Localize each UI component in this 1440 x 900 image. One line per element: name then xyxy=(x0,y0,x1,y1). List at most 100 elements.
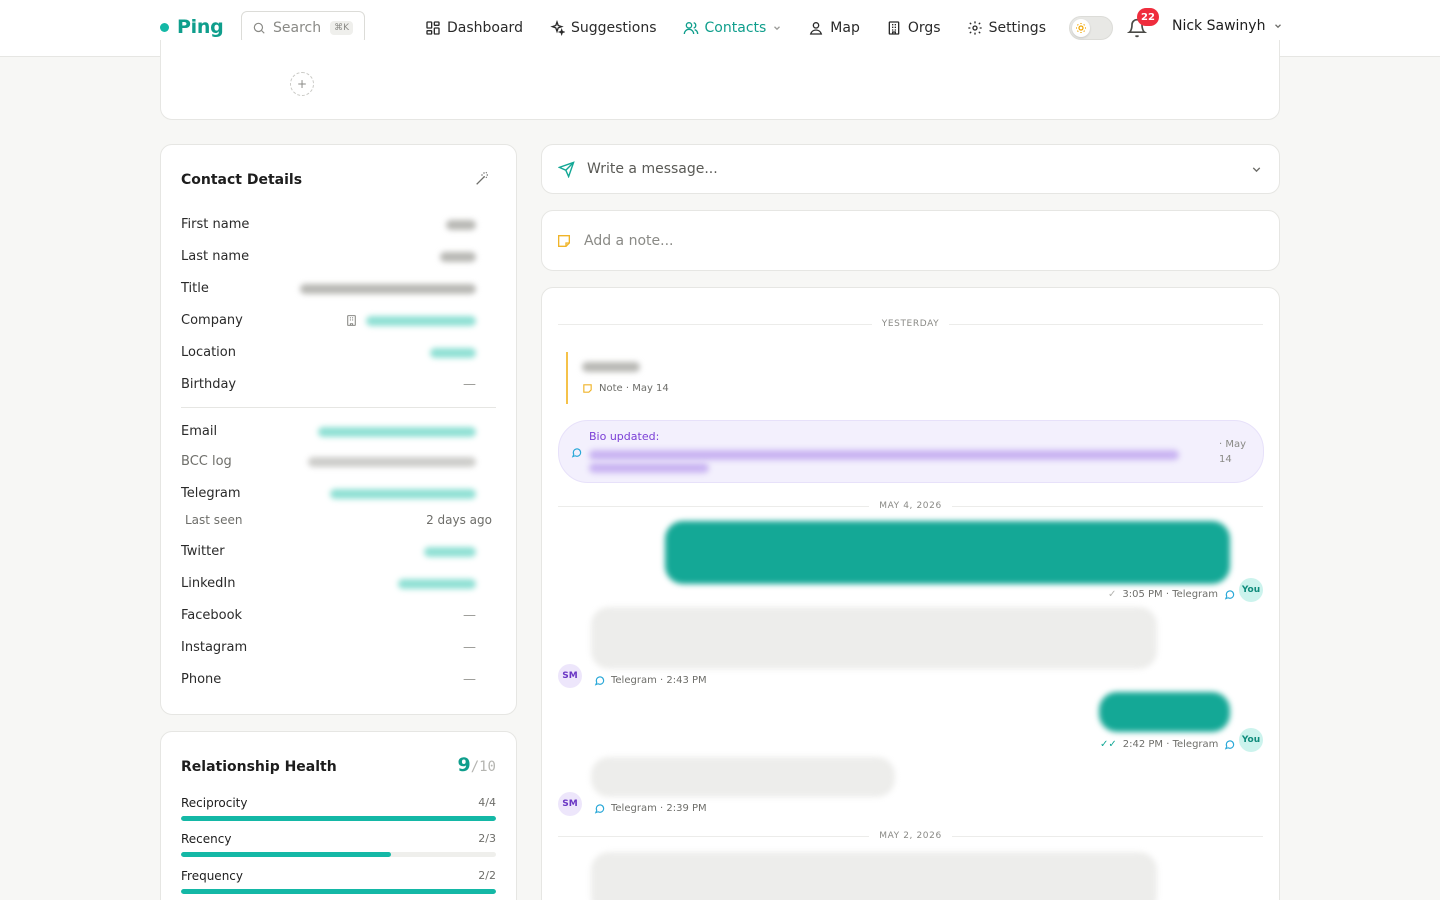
facebook-value: — xyxy=(463,608,476,623)
telegram-icon xyxy=(1224,590,1235,600)
message-meta: Telegram · 2:39 PM xyxy=(594,803,707,814)
metric-value: 2/3 xyxy=(478,832,496,845)
sparkles-icon xyxy=(550,20,565,36)
email-label: Email xyxy=(181,424,218,439)
incoming-message-bubble[interactable] xyxy=(591,852,1157,900)
metric-bar xyxy=(181,889,496,894)
chevron-down-icon xyxy=(1275,24,1282,29)
chat-bubble-icon xyxy=(571,448,582,458)
nav-settings-label: Settings xyxy=(988,20,1046,36)
instagram-row[interactable]: Instagram — xyxy=(181,640,476,655)
linkedin-row[interactable]: LinkedIn xyxy=(181,576,476,591)
nav-contacts-label: Contacts xyxy=(704,20,767,36)
brand-dot-icon xyxy=(160,22,169,32)
metric-label: Reciprocity xyxy=(181,796,248,810)
metric-bar-fill xyxy=(181,889,496,894)
metric-value: 4/4 xyxy=(478,796,496,809)
user-menu[interactable]: Nick Sawinyh xyxy=(1172,18,1283,34)
incoming-message-bubble[interactable] xyxy=(591,607,1157,669)
avatar: SM xyxy=(558,792,582,816)
redacted-value xyxy=(330,488,476,499)
incoming-message-bubble[interactable] xyxy=(591,757,895,797)
chevron-down-icon xyxy=(774,26,781,31)
message-composer[interactable]: Write a message... xyxy=(541,144,1280,194)
divider xyxy=(181,407,496,408)
message-meta: Telegram · 2:43 PM xyxy=(594,675,707,686)
company-value[interactable] xyxy=(345,314,476,327)
email-row[interactable]: Email xyxy=(181,424,476,439)
telegram-icon xyxy=(594,804,605,814)
facebook-row[interactable]: Facebook — xyxy=(181,608,476,623)
message-meta-text: Telegram · 2:39 PM xyxy=(611,803,707,814)
redacted-value xyxy=(589,463,709,473)
note-icon xyxy=(558,234,570,247)
last-seen-label: Last seen xyxy=(185,513,243,527)
title-label: Title xyxy=(181,281,209,296)
note-input[interactable]: Add a note... xyxy=(584,233,673,249)
health-score-value: 9 xyxy=(457,754,471,776)
birthday-row[interactable]: Birthday — xyxy=(181,377,476,392)
metric-bar xyxy=(181,816,496,821)
dashboard-icon xyxy=(426,21,440,35)
redacted-value xyxy=(424,546,476,557)
redacted-value xyxy=(446,219,476,230)
telegram-row[interactable]: Telegram xyxy=(181,486,476,501)
chevron-down-icon[interactable] xyxy=(1250,163,1263,176)
company-label: Company xyxy=(181,313,243,328)
message-input[interactable]: Write a message... xyxy=(587,161,1238,177)
last-name-row[interactable]: Last name xyxy=(181,249,476,264)
send-icon xyxy=(558,160,575,178)
note-icon xyxy=(583,384,592,393)
relationship-health-title: Relationship Health xyxy=(181,759,337,775)
magic-wand-icon[interactable] xyxy=(474,171,490,187)
building-icon xyxy=(888,21,900,35)
metric-bar xyxy=(181,852,496,857)
metric-bar-fill xyxy=(181,852,392,857)
first-name-row[interactable]: First name xyxy=(181,217,476,232)
bio-update-entry: Bio updated: · May 14 xyxy=(558,420,1264,483)
outgoing-message-bubble[interactable] xyxy=(1099,692,1230,732)
theme-toggle[interactable] xyxy=(1069,16,1113,40)
company-row[interactable]: Company xyxy=(181,313,476,328)
brand-logo[interactable]: Ping xyxy=(160,16,224,38)
birthday-value: — xyxy=(463,377,476,392)
redacted-value xyxy=(308,456,476,467)
redacted-value xyxy=(589,450,1179,460)
linkedin-label: LinkedIn xyxy=(181,576,236,591)
notification-badge: 22 xyxy=(1137,8,1159,26)
nav-dashboard-label: Dashboard xyxy=(447,20,523,36)
bcc-log-label: BCC log xyxy=(181,454,232,469)
last-name-label: Last name xyxy=(181,249,250,264)
phone-row[interactable]: Phone — xyxy=(181,672,476,687)
message-meta-text: 3:05 PM · Telegram xyxy=(1122,589,1219,600)
title-row[interactable]: Title xyxy=(181,281,476,296)
twitter-row[interactable]: Twitter xyxy=(181,544,476,559)
last-seen-value: 2 days ago xyxy=(426,513,492,527)
message-meta: ✓ 3:05 PM · Telegram xyxy=(1108,589,1235,600)
brand-name: Ping xyxy=(177,16,224,38)
location-row[interactable]: Location xyxy=(181,345,476,360)
nav-map-label: Map xyxy=(830,20,860,36)
last-seen-row: Last seen 2 days ago xyxy=(185,513,492,527)
telegram-label: Telegram xyxy=(181,486,241,501)
note-composer[interactable]: Add a note... xyxy=(541,210,1280,271)
search-icon xyxy=(253,22,265,34)
redacted-value xyxy=(398,578,476,589)
metric-frequency: Frequency 2/2 xyxy=(181,869,496,894)
add-tag-button[interactable]: + xyxy=(290,72,314,96)
health-score-max: /10 xyxy=(470,759,496,775)
bcc-log-row[interactable]: BCC log xyxy=(181,454,476,469)
contact-header-card: + xyxy=(160,40,1280,120)
metric-value: 2/2 xyxy=(478,869,496,882)
redacted-value xyxy=(582,362,640,372)
gear-icon xyxy=(967,21,982,35)
nav-suggestions-label: Suggestions xyxy=(570,20,657,36)
note-entry[interactable]: Note · May 14 xyxy=(566,352,966,404)
map-pin-user-icon xyxy=(810,22,823,35)
outgoing-message-bubble[interactable] xyxy=(665,521,1230,584)
date-separator: MAY 2, 2026 xyxy=(558,829,1263,843)
activity-feed: YESTERDAY Note · May 14 Bio updated: · M… xyxy=(541,287,1280,900)
note-meta-text: Note · May 14 xyxy=(599,383,669,394)
redacted-value xyxy=(300,283,476,294)
avatar: You xyxy=(1239,578,1263,602)
